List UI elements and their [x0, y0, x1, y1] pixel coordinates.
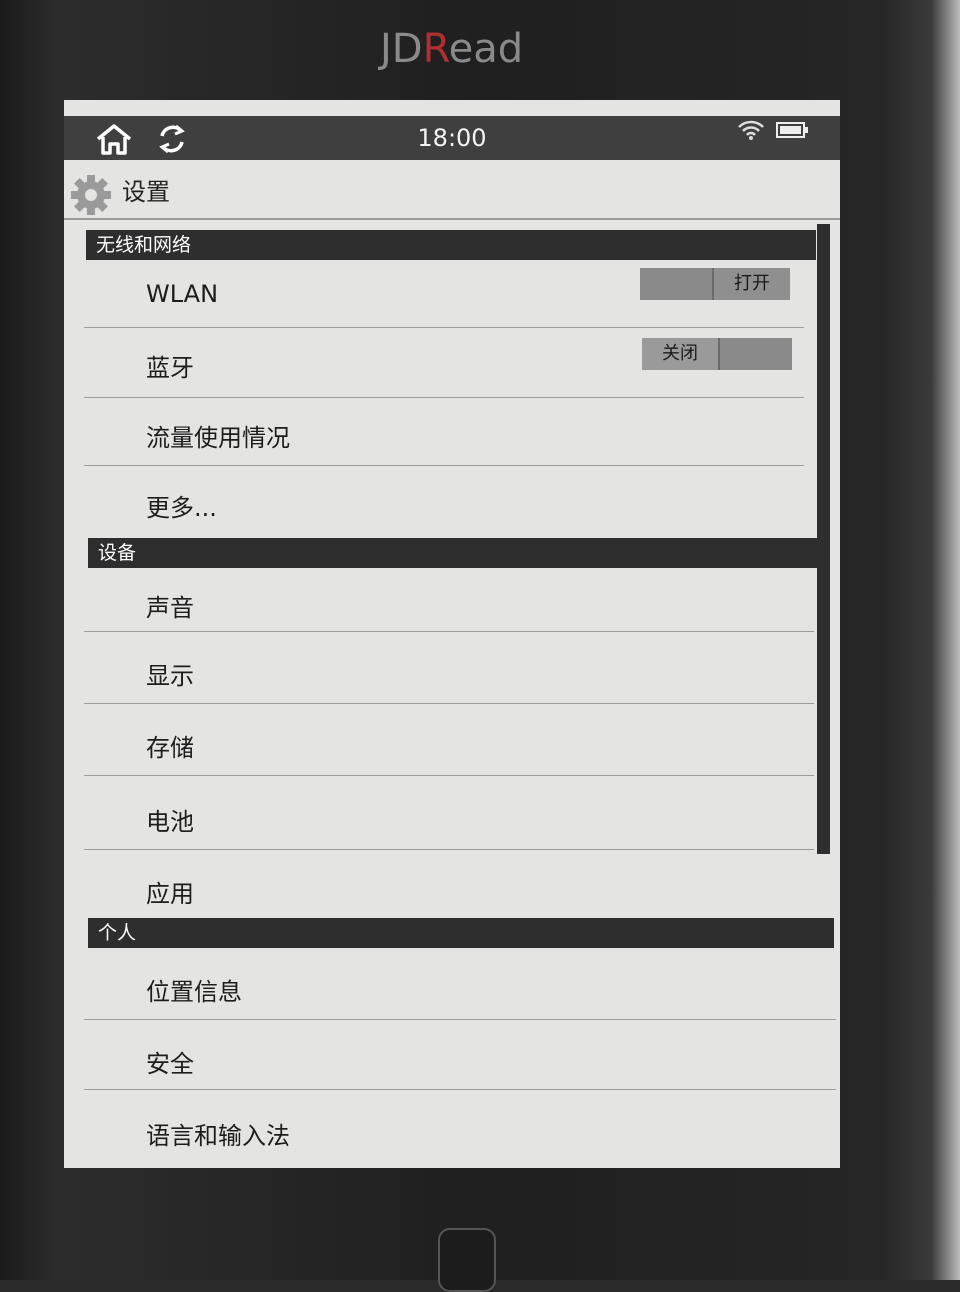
- list-item-data-usage[interactable]: 流量使用情况: [84, 398, 804, 466]
- list-item-location[interactable]: 位置信息: [84, 948, 836, 1020]
- item-label: 显示: [146, 662, 194, 690]
- list-item-more[interactable]: 更多...: [84, 466, 804, 536]
- section-header-wireless: 无线和网络: [86, 230, 816, 260]
- settings-header: 设置: [64, 166, 840, 220]
- list-item-display[interactable]: 显示: [84, 632, 814, 704]
- brand-logo: JDRead: [380, 26, 524, 72]
- item-label: 电池: [146, 808, 194, 836]
- item-label: 声音: [146, 594, 194, 622]
- list-item-security[interactable]: 安全: [84, 1020, 836, 1090]
- bluetooth-toggle[interactable]: 关闭: [642, 338, 792, 370]
- item-label: 位置信息: [146, 978, 242, 1006]
- item-label: 流量使用情况: [146, 424, 290, 452]
- list-item-storage[interactable]: 存储: [84, 704, 814, 776]
- battery-icon: [776, 120, 810, 144]
- scrollbar[interactable]: [817, 224, 830, 854]
- list-item-battery[interactable]: 电池: [84, 776, 814, 850]
- wlan-toggle[interactable]: 打开: [640, 268, 790, 300]
- item-label: 应用: [146, 880, 194, 908]
- header-divider: [64, 218, 840, 220]
- item-label: 存储: [146, 734, 194, 762]
- status-time: 18:00: [417, 124, 487, 152]
- toggle-label: 关闭: [642, 338, 720, 370]
- ereader-device: JDRead 18:00 设置 无线和网络 WLAN 打开 蓝牙 关闭 流量使用…: [0, 0, 960, 1292]
- item-label: WLAN: [146, 280, 219, 308]
- list-item-apps[interactable]: 应用: [84, 850, 824, 918]
- page-title: 设置: [122, 178, 170, 206]
- item-label: 安全: [146, 1050, 194, 1078]
- list-item-language-input[interactable]: 语言和输入法: [84, 1090, 836, 1160]
- toggle-label: 打开: [712, 268, 790, 300]
- screen: 18:00 设置 无线和网络 WLAN 打开 蓝牙 关闭 流量使用情况 更多..…: [64, 100, 840, 1168]
- status-bar: 18:00: [64, 116, 840, 160]
- device-home-button[interactable]: [438, 1228, 496, 1292]
- section-header-personal: 个人: [88, 918, 834, 948]
- item-label: 蓝牙: [146, 354, 194, 382]
- gear-icon: [70, 174, 112, 220]
- section-header-device: 设备: [88, 538, 817, 568]
- list-item-sound[interactable]: 声音: [84, 568, 814, 632]
- item-label: 更多...: [146, 494, 217, 522]
- item-label: 语言和输入法: [146, 1122, 290, 1150]
- wifi-icon: [736, 118, 766, 146]
